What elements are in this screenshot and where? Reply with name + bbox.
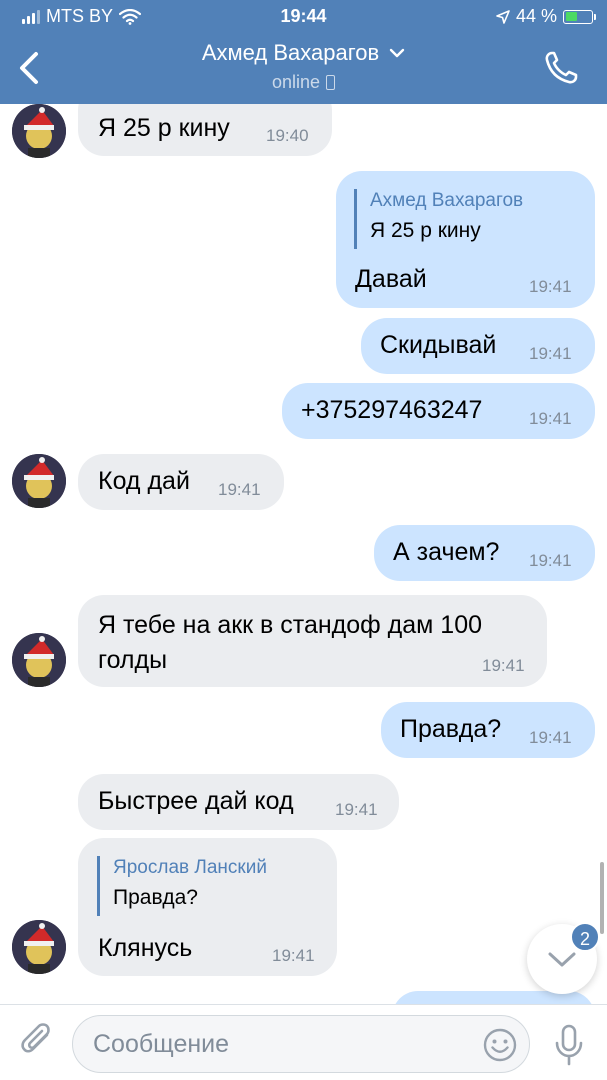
message-bubble[interactable]: Правда? 19:41 bbox=[381, 702, 595, 758]
message-bubble[interactable]: Код дай 19:41 bbox=[78, 454, 284, 510]
message-text: Скидывай bbox=[380, 331, 497, 359]
message-input[interactable] bbox=[72, 1015, 530, 1073]
reply-quote[interactable]: Ярослав Ланский Правда? bbox=[97, 856, 267, 916]
scrollbar[interactable] bbox=[600, 862, 604, 934]
avatar-image bbox=[12, 104, 66, 158]
message-text: Давай bbox=[355, 265, 427, 293]
status-bar: MTS BY 19:44 44 % bbox=[0, 4, 607, 30]
message-text: Я 25 р кину bbox=[98, 114, 230, 142]
chat-title[interactable]: Ахмед Вахарагов online bbox=[100, 40, 507, 93]
reply-author: Ярослав Ланский bbox=[113, 857, 267, 878]
message-time: 19:40 bbox=[266, 126, 309, 145]
message-bubble[interactable]: А зачем? 19:41 bbox=[374, 525, 595, 581]
battery-fill bbox=[565, 12, 577, 21]
message-bubble[interactable]: Ярослав Ланский Правда? Клянусь 19:41 bbox=[78, 838, 337, 976]
avatar[interactable] bbox=[12, 454, 66, 508]
message-bubble[interactable]: +375297463247 19:41 bbox=[282, 383, 595, 439]
reply-quote[interactable]: Ахмед Вахарагов Я 25 р кину bbox=[354, 189, 523, 249]
message-text: Клянусь bbox=[98, 934, 193, 962]
message-text: Я тебе на акк в стандоф дам 100 bbox=[98, 611, 483, 639]
message-text: голды bbox=[98, 646, 168, 674]
chat-header: MTS BY 19:44 44 % Ахмед Вахарагов online bbox=[0, 0, 607, 104]
status-right: 44 % bbox=[496, 6, 596, 27]
avatar-image bbox=[12, 920, 66, 974]
reply-author: Ахмед Вахарагов bbox=[370, 190, 524, 211]
emoji-icon[interactable] bbox=[482, 1027, 518, 1063]
message-text: Код дай bbox=[98, 467, 190, 495]
contact-name: Ахмед Вахарагов bbox=[201, 40, 380, 65]
avatar-image bbox=[12, 454, 66, 508]
message-list[interactable]: Я 25 р кину 19:40 Ахмед Вахарагов Я 25 р… bbox=[0, 104, 607, 1004]
message-composer bbox=[0, 1004, 607, 1080]
avatar[interactable] bbox=[12, 920, 66, 974]
message-text: А зачем? bbox=[393, 538, 500, 566]
reply-text: Правда? bbox=[113, 886, 198, 909]
contact-status: online bbox=[271, 72, 321, 92]
location-icon bbox=[496, 9, 510, 24]
mobile-icon bbox=[326, 75, 336, 90]
message-time: 19:41 bbox=[529, 277, 572, 296]
message-bubble[interactable]: Ахмед Вахарагов Я 25 р кину Давай 19:41 bbox=[336, 171, 595, 308]
chevron-down-icon bbox=[389, 48, 405, 58]
phone-icon[interactable] bbox=[541, 48, 581, 88]
message-time: 19:41 bbox=[529, 728, 572, 747]
message-time: 19:41 bbox=[218, 480, 261, 499]
message-bubble[interactable]: Быстрее дай код 19:41 bbox=[78, 774, 399, 830]
unread-badge: 2 bbox=[570, 922, 600, 952]
message-time: 19:41 bbox=[272, 946, 315, 965]
attach-icon[interactable] bbox=[18, 1021, 58, 1061]
mic-icon[interactable] bbox=[552, 1023, 586, 1067]
message-text: +375297463247 bbox=[301, 396, 483, 424]
message-time: 19:41 bbox=[529, 409, 572, 428]
message-time: 19:41 bbox=[482, 656, 525, 675]
message-bubble[interactable]: Скидывай 19:41 bbox=[361, 318, 595, 374]
avatar[interactable] bbox=[12, 104, 66, 158]
message-text: Правда? bbox=[400, 715, 502, 743]
message-time: 19:41 bbox=[529, 551, 572, 570]
message-bubble[interactable]: Я тебе на акк в стандоф дам 100 голды 19… bbox=[78, 595, 547, 687]
battery-percent: 44 % bbox=[515, 6, 557, 26]
battery-icon bbox=[563, 9, 596, 24]
back-icon[interactable] bbox=[14, 48, 46, 88]
message-time: 19:41 bbox=[529, 344, 572, 363]
avatar-image bbox=[12, 633, 66, 687]
message-time: 19:41 bbox=[335, 800, 378, 819]
reply-text: Я 25 р кину bbox=[370, 219, 481, 242]
avatar[interactable] bbox=[12, 633, 66, 687]
message-bubble[interactable]: Я 25 р кину 19:40 bbox=[78, 104, 332, 156]
message-text: Быстрее дай код bbox=[98, 787, 294, 815]
